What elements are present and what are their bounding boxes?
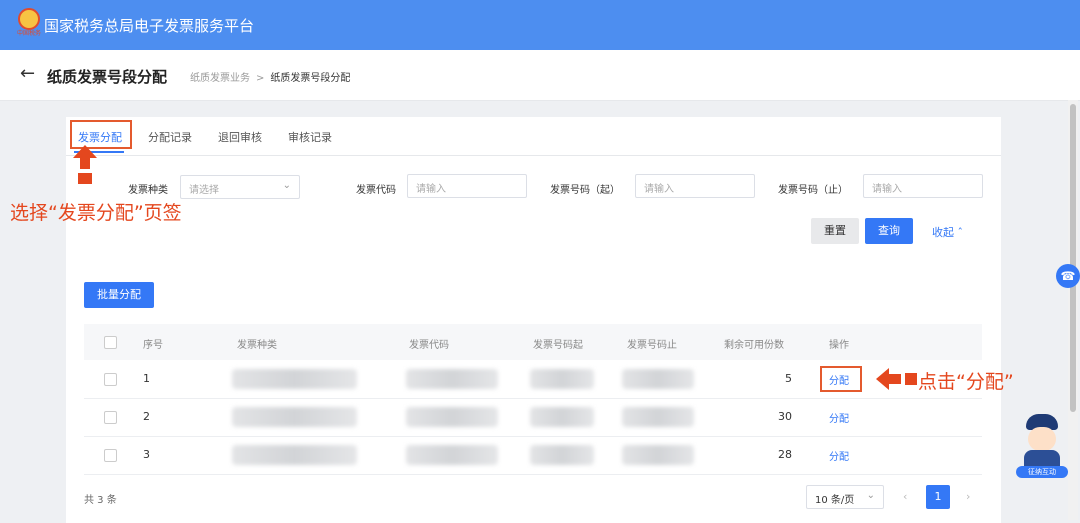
table-row: 3 28 分配 (84, 436, 982, 475)
col-number-start: 发票号码起 (533, 340, 583, 351)
page-header: ← 纸质发票号段分配 纸质发票业务 > 纸质发票号段分配 (0, 50, 1080, 101)
arrow-left-icon[interactable]: ← (20, 63, 35, 84)
allocate-link[interactable]: 分配 (829, 410, 849, 425)
redacted-number-end (622, 445, 694, 465)
tax-emblem-logo: 中国税务 (16, 8, 42, 38)
assistant-label: 征纳互动 (1016, 466, 1068, 478)
redacted-invoice-type (232, 369, 357, 389)
col-invoice-type: 发票种类 (237, 340, 277, 351)
next-page-icon[interactable]: › (966, 490, 970, 503)
redacted-number-start (530, 369, 594, 389)
table-row: 2 30 分配 (84, 398, 982, 437)
logo-caption: 中国税务 (16, 30, 41, 37)
reset-button[interactable]: 重置 (811, 218, 859, 244)
row-index: 2 (143, 410, 150, 423)
arrow-up-icon (73, 145, 97, 184)
row-remaining: 28 (778, 448, 792, 461)
batch-allocate-button[interactable]: 批量分配 (84, 282, 154, 308)
number-start-input[interactable]: 请输入 (635, 174, 755, 198)
redacted-invoice-code (406, 369, 498, 389)
search-button[interactable]: 查询 (865, 218, 913, 244)
total-count: 共 3 条 (84, 495, 117, 506)
tab-bar: 发票分配 分配记录 退回审核 审核记录 (66, 117, 1001, 156)
top-bar: 中国税务 国家税务总局电子发票服务平台 (0, 0, 1080, 50)
redacted-invoice-type (232, 445, 357, 465)
breadcrumb-item-current: 纸质发票号段分配 (270, 73, 351, 84)
row-index: 1 (143, 372, 150, 385)
page-button-current[interactable]: 1 (926, 485, 950, 509)
table-header: 序号 发票种类 发票代码 发票号码起 发票号码止 剩余可用份数 操作 (84, 324, 982, 360)
chevron-down-icon: ⌄ (866, 490, 875, 501)
row-remaining: 5 (785, 372, 792, 385)
invoice-type-placeholder: 请选择 (189, 185, 219, 196)
invoice-type-label: 发票种类 (128, 185, 168, 196)
prev-page-icon[interactable]: ‹ (903, 490, 907, 503)
redacted-invoice-code (406, 407, 498, 427)
col-number-end: 发票号码止 (627, 340, 677, 351)
number-start-label: 发票号码（起） (550, 185, 620, 196)
row-checkbox[interactable] (104, 411, 117, 424)
chevron-up-icon: ˆ (957, 226, 964, 239)
row-remaining: 30 (778, 410, 792, 423)
row-checkbox[interactable] (104, 449, 117, 462)
invoice-type-select[interactable]: 请选择 ⌄ (180, 175, 300, 199)
chevron-right-icon: > (256, 73, 265, 84)
tab-annotation: 选择“发票分配”页签 (10, 202, 182, 224)
redacted-number-start (530, 407, 594, 427)
tab-review-records[interactable]: 审核记录 (288, 129, 332, 145)
col-index: 序号 (143, 340, 163, 351)
redacted-number-start (530, 445, 594, 465)
action-annotation: 点击“分配” (918, 371, 1014, 393)
allocate-highlight-box (820, 366, 862, 392)
headset-icon[interactable]: ☎ (1056, 264, 1080, 288)
scrollbar-thumb[interactable] (1070, 104, 1076, 412)
breadcrumb: 纸质发票业务 > 纸质发票号段分配 (190, 69, 350, 84)
redacted-invoice-code (406, 445, 498, 465)
tab-allocation-records[interactable]: 分配记录 (148, 129, 192, 145)
chevron-down-icon: ⌄ (282, 180, 291, 191)
collapse-label: 收起 (932, 226, 954, 239)
number-start-placeholder: 请输入 (644, 184, 674, 195)
redacted-number-end (622, 407, 694, 427)
number-end-input[interactable]: 请输入 (863, 174, 983, 198)
arrow-left-icon (876, 368, 917, 390)
page-size-select[interactable]: 10 条/页 ⌄ (806, 485, 884, 509)
breadcrumb-item-business[interactable]: 纸质发票业务 (190, 73, 250, 84)
assistant-avatar[interactable]: 征纳互动 (1016, 412, 1068, 480)
col-invoice-code: 发票代码 (409, 340, 449, 351)
invoice-code-placeholder: 请输入 (416, 184, 446, 195)
page-title: 纸质发票号段分配 (47, 68, 168, 86)
redacted-invoice-type (232, 407, 357, 427)
row-index: 3 (143, 448, 150, 461)
collapse-toggle[interactable]: 收起 ˆ (932, 224, 963, 240)
tab-return-review[interactable]: 退回审核 (218, 129, 262, 145)
number-end-placeholder: 请输入 (872, 184, 902, 195)
page-size-value: 10 条/页 (815, 495, 855, 506)
select-all-checkbox[interactable] (104, 336, 117, 349)
invoice-code-input[interactable]: 请输入 (407, 174, 527, 198)
col-remaining: 剩余可用份数 (724, 340, 784, 351)
app-title: 国家税务总局电子发票服务平台 (44, 17, 255, 35)
row-checkbox[interactable] (104, 373, 117, 386)
col-actions: 操作 (829, 340, 849, 351)
redacted-number-end (622, 369, 694, 389)
allocate-link[interactable]: 分配 (829, 448, 849, 463)
invoice-code-label: 发票代码 (356, 185, 396, 196)
number-end-label: 发票号码（止） (778, 185, 848, 196)
main-card: 发票分配 分配记录 退回审核 审核记录 发票种类 请选择 ⌄ 发票代码 请输入 … (66, 117, 1001, 523)
